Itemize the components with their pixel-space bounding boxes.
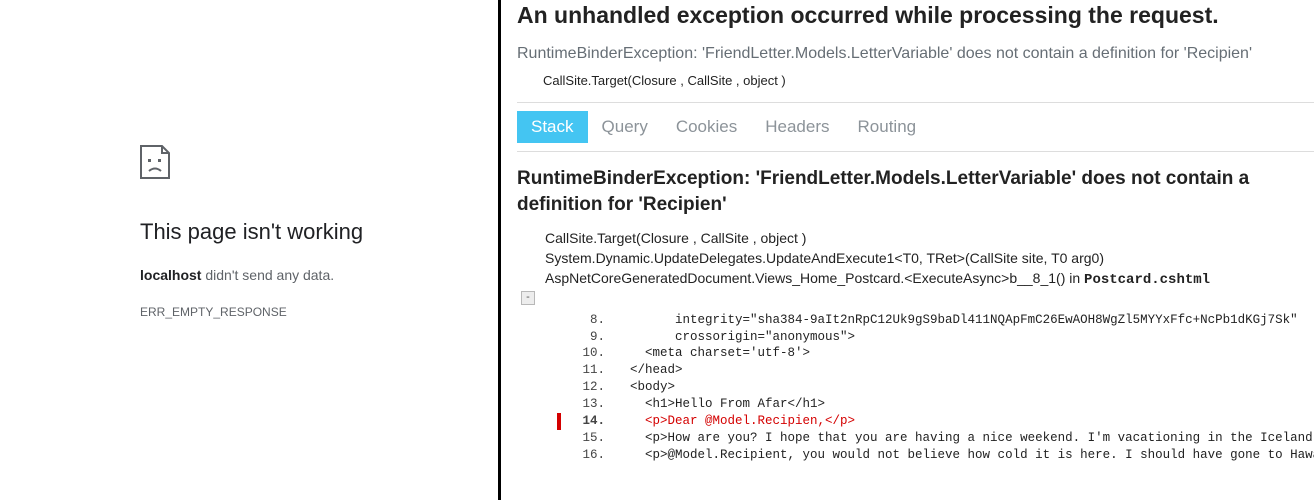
- code-text: <h1>Hello From Afar</h1>: [615, 396, 825, 413]
- line-number: 12.: [573, 379, 615, 396]
- line-number: 16.: [573, 447, 615, 464]
- line-number: 14.: [573, 413, 615, 430]
- code-line: 15. <p>How are you? I hope that you are …: [573, 430, 1314, 447]
- chrome-error-pane: This page isn't working localhost didn't…: [0, 0, 501, 500]
- stack-frame-with-source: AspNetCoreGeneratedDocument.Views_Home_P…: [517, 268, 1314, 290]
- code-line: 12. <body>: [573, 379, 1314, 396]
- collapse-button[interactable]: -: [521, 291, 535, 305]
- tabs: StackQueryCookiesHeadersRouting: [517, 103, 1314, 152]
- error-title: This page isn't working: [140, 219, 460, 245]
- source-code-block: 8. integrity="sha384-9aIt2nRpC12Uk9gS9ba…: [573, 312, 1314, 464]
- code-text: </head>: [615, 362, 683, 379]
- code-text: <p>Dear @Model.Recipien,</p>: [615, 413, 855, 430]
- line-number: 15.: [573, 430, 615, 447]
- code-line: 16. <p>@Model.Recipient, you would not b…: [573, 447, 1314, 464]
- tab-headers[interactable]: Headers: [751, 111, 843, 143]
- exception-summary: RuntimeBinderException: 'FriendLetter.Mo…: [517, 43, 1314, 65]
- sad-page-icon: [140, 145, 170, 179]
- code-line: 10. <meta charset='utf-8'>: [573, 345, 1314, 362]
- error-desc-suffix: didn't send any data.: [201, 267, 334, 283]
- chrome-error-block: This page isn't working localhost didn't…: [140, 145, 460, 319]
- tab-query[interactable]: Query: [588, 111, 662, 143]
- tab-cookies[interactable]: Cookies: [662, 111, 751, 143]
- code-text: integrity="sha384-9aIt2nRpC12Uk9gS9baDl4…: [615, 312, 1298, 329]
- code-line: 9. crossorigin="anonymous">: [573, 329, 1314, 346]
- expand-row: -: [517, 290, 1314, 308]
- source-file-name: Postcard.cshtml: [1084, 272, 1210, 288]
- tab-routing[interactable]: Routing: [844, 111, 931, 143]
- line-number: 11.: [573, 362, 615, 379]
- error-code: ERR_EMPTY_RESPONSE: [140, 305, 460, 319]
- code-text: <meta charset='utf-8'>: [615, 345, 810, 362]
- stack-frame: System.Dynamic.UpdateDelegates.UpdateAnd…: [517, 248, 1314, 268]
- code-line: 8. integrity="sha384-9aIt2nRpC12Uk9gS9ba…: [573, 312, 1314, 329]
- line-number: 8.: [573, 312, 615, 329]
- code-line: 13. <h1>Hello From Afar</h1>: [573, 396, 1314, 413]
- code-line: 11. </head>: [573, 362, 1314, 379]
- line-number: 9.: [573, 329, 615, 346]
- error-host: localhost: [140, 267, 201, 283]
- tab-stack[interactable]: Stack: [517, 111, 588, 143]
- exception-page: An unhandled exception occurred while pr…: [501, 0, 1314, 500]
- stack-frame: CallSite.Target(Closure , CallSite , obj…: [517, 228, 1314, 248]
- stack-frame-text: AspNetCoreGeneratedDocument.Views_Home_P…: [545, 270, 1084, 286]
- code-line: 14. <p>Dear @Model.Recipien,</p>: [573, 413, 1314, 430]
- error-description: localhost didn't send any data.: [140, 267, 460, 283]
- line-number: 10.: [573, 345, 615, 362]
- line-number: 13.: [573, 396, 615, 413]
- code-text: <p>How are you? I hope that you are havi…: [615, 430, 1314, 447]
- stack-frames: CallSite.Target(Closure , CallSite , obj…: [517, 228, 1314, 464]
- exception-heading: An unhandled exception occurred while pr…: [517, 2, 1314, 29]
- code-text: crossorigin="anonymous">: [615, 329, 855, 346]
- code-text: <body>: [615, 379, 675, 396]
- exception-detail-heading: RuntimeBinderException: 'FriendLetter.Mo…: [517, 166, 1314, 217]
- exception-top-frame: CallSite.Target(Closure , CallSite , obj…: [543, 73, 1314, 88]
- code-text: <p>@Model.Recipient, you would not belie…: [615, 447, 1314, 464]
